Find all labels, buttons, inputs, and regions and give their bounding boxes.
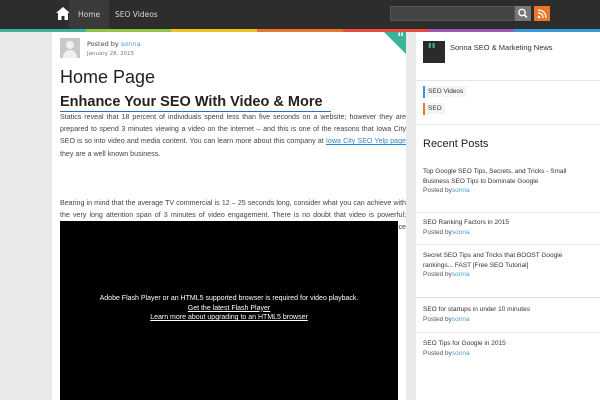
yelp-page-link[interactable]: Iowa City SEO Yelp page — [326, 137, 406, 145]
tag-seo-videos[interactable]: SEO Videos — [425, 86, 467, 97]
recent-posts-title: Recent Posts — [423, 138, 489, 150]
avatar — [60, 38, 80, 58]
page-title: Home Page — [60, 67, 156, 87]
quote-icon: " — [427, 40, 437, 61]
brand-logo: " — [423, 40, 445, 63]
sidebar-divider — [416, 244, 600, 245]
brand-title[interactable]: Sonna SEO & Marketing News — [450, 43, 600, 52]
recent-post-item[interactable]: Secret SEO Tips and Tricks that BOOST Go… — [423, 251, 593, 280]
html5-upgrade-link[interactable]: Learn more about upgrading to an HTML5 b… — [60, 313, 398, 323]
nav-home-link[interactable]: Home — [69, 0, 110, 29]
tag-seo[interactable]: SEO — [425, 103, 445, 114]
sidebar-divider — [416, 297, 600, 298]
author-link[interactable]: sonna — [121, 40, 141, 48]
flash-player-link[interactable]: Get the latest Flash Player — [60, 304, 398, 314]
main-post-card: " Posted by sonna January 28, 2015 Home … — [52, 32, 406, 400]
sidebar-divider — [416, 80, 600, 81]
recent-post-item[interactable]: SEO for startups in under 10 minutes Pos… — [423, 305, 593, 324]
rss-icon — [537, 9, 547, 19]
search-input[interactable] — [390, 6, 515, 21]
nav-seo-videos-link[interactable]: SEO Videos — [106, 0, 167, 29]
sidebar-divider — [416, 124, 600, 125]
video-player[interactable]: Adobe Flash Player or an HTML5 supported… — [60, 221, 398, 400]
home-icon[interactable] — [56, 7, 70, 20]
search-icon — [518, 8, 528, 19]
video-fallback-message: Adobe Flash Player or an HTML5 supported… — [60, 294, 398, 323]
recent-post-item[interactable]: Top Google SEO Tips, Secrets, and Tricks… — [423, 167, 593, 196]
rss-button[interactable] — [534, 6, 550, 21]
post-date: January 28, 2015 — [87, 51, 135, 57]
post-heading: Enhance Your SEO With Video & More — [60, 94, 331, 112]
recent-post-item[interactable]: SEO Ranking Factors in 2015 Posted byson… — [423, 218, 593, 237]
post-paragraph-1: Statics reveal that 18 percent of indivi… — [60, 113, 406, 158]
posted-by: Posted by sonna — [87, 40, 141, 48]
sidebar-divider — [416, 212, 600, 213]
search-button[interactable] — [515, 6, 531, 21]
quote-icon: " — [397, 32, 404, 46]
recent-post-item[interactable]: SEO Tips for Google in 2015 Posted byson… — [423, 339, 593, 358]
sidebar-divider — [416, 332, 600, 333]
top-navigation-bar: Home SEO Videos — [0, 0, 600, 29]
